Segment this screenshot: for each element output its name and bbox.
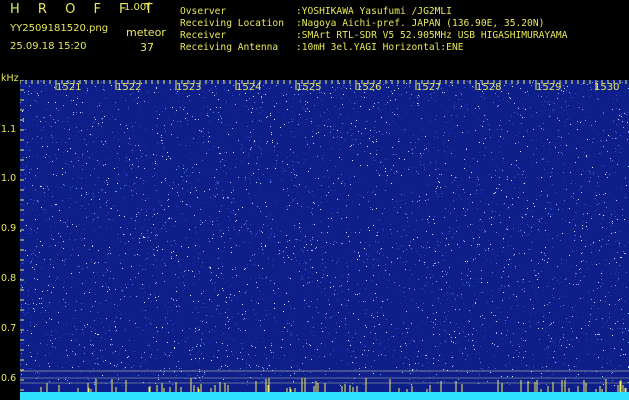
header-panel: H R O F F T 1.00f YY2509181520.png meteo…: [0, 0, 629, 80]
info-value: :SMArt RTL-SDR V5 52.905MHz USB HIGASHIM…: [296, 30, 568, 41]
meteor-label: meteor: [126, 26, 166, 39]
info-key: Receiving Location: [180, 18, 284, 29]
y-tick-label: 0.9: [1, 223, 17, 234]
x-tick-label: 1524: [236, 82, 262, 93]
info-value: :YOSHIKAWA Yasufumi /JG2MLI: [296, 6, 452, 17]
x-tick-label: 1526: [356, 82, 382, 93]
info-row-location: Receiving Location :Nagoya Aichi-pref. JA…: [180, 19, 544, 29]
info-key: Receiver: [180, 30, 227, 41]
spectrogram-canvas: [20, 80, 629, 400]
capture-datetime: 25.09.18 15:20: [10, 41, 87, 52]
x-tick-label: 1522: [116, 82, 142, 93]
y-axis-unit: kHz: [1, 73, 19, 84]
y-tick-label: 0.8: [1, 273, 17, 284]
image-filename: YY2509181520.png: [10, 23, 109, 34]
x-tick-label: 1527: [416, 82, 442, 93]
info-key: Ovserver: [180, 6, 227, 17]
x-tick-label: 1528: [476, 82, 502, 93]
info-row-antenna: Receiving Antenna :10mH 3el.YAGI Horizont…: [180, 43, 464, 53]
info-value: :Nagoya Aichi-pref. JAPAN (136.90E, 35.2…: [296, 18, 545, 29]
info-row-receiver: Receiver :SMArt RTL-SDR V5 52.905MHz USB …: [180, 31, 567, 41]
x-tick-label: 1525: [296, 82, 322, 93]
x-tick-label: 1521: [56, 82, 82, 93]
info-row-observer: Ovserver :YOSHIKAWA Yasufumi /JG2MLI: [180, 7, 452, 17]
app-version: 1.00f: [124, 2, 150, 13]
x-tick-label: 1530: [594, 82, 620, 93]
y-tick-label: 0.6: [1, 373, 17, 384]
spectrogram: [20, 80, 629, 400]
x-tick-label: 1523: [176, 82, 202, 93]
info-key: Receiving Antenna: [180, 42, 279, 53]
meteor-count: 37: [140, 41, 154, 54]
y-tick-label: 0.7: [1, 323, 17, 334]
y-tick-label: 1.1: [1, 124, 17, 135]
y-tick-label: 1.0: [1, 173, 17, 184]
x-tick-label: 1529: [536, 82, 562, 93]
info-value: :10mH 3el.YAGI Horizontal:ENE: [296, 42, 464, 53]
